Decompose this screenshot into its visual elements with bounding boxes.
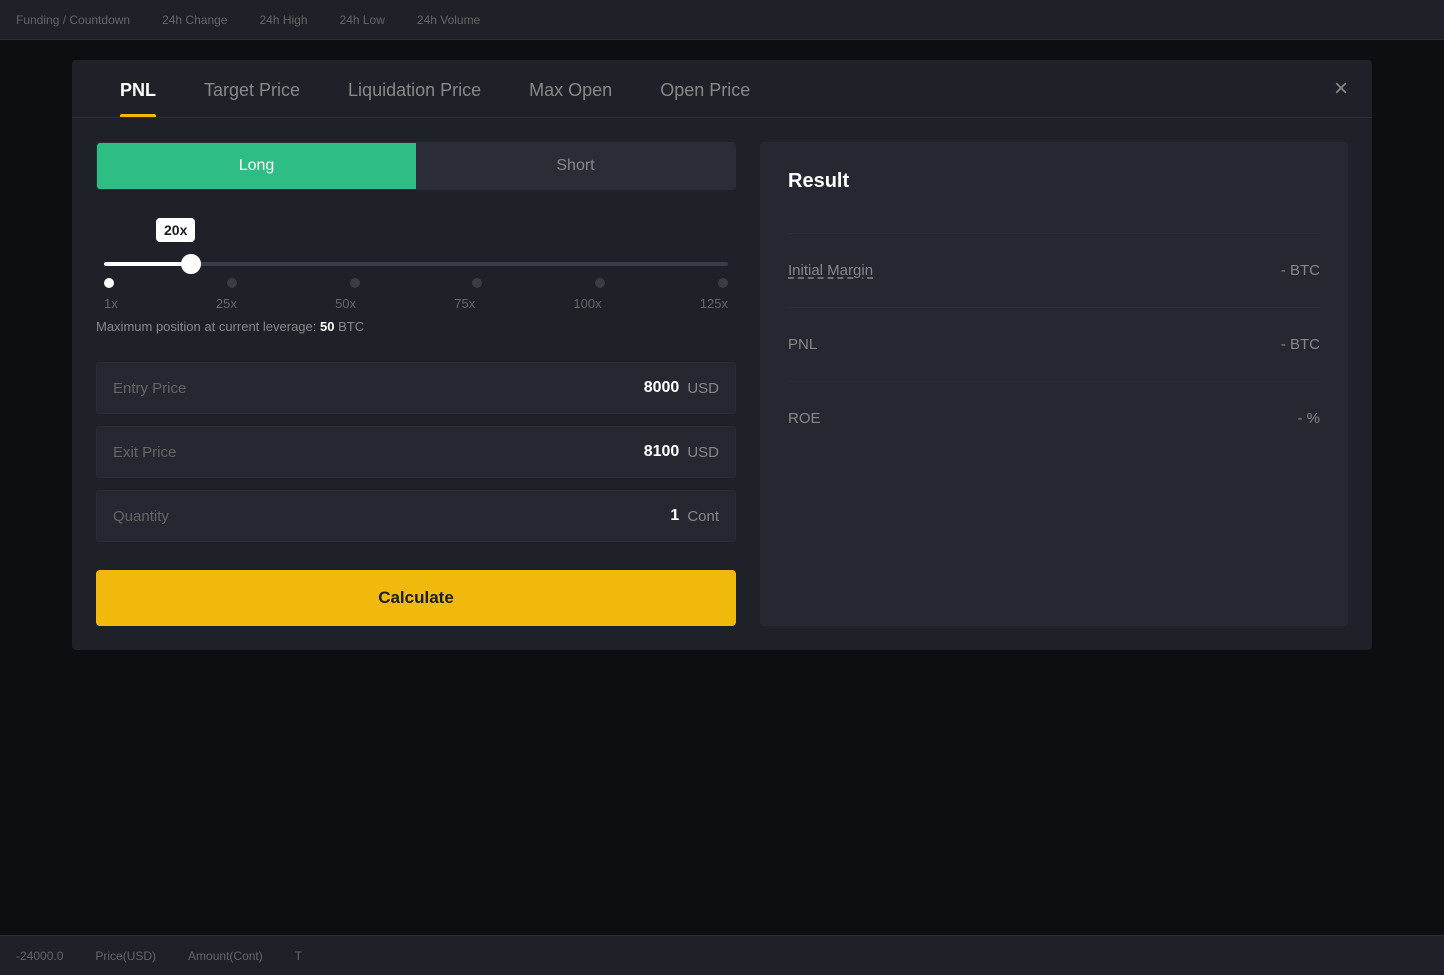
label-1x: 1x (104, 296, 118, 311)
bottom-bar-t: T (295, 949, 302, 963)
pnl-result-label: PNL (788, 336, 817, 353)
slider-dot-25x (227, 278, 237, 288)
initial-margin-label: Initial Margin (788, 262, 873, 279)
exit-price-label: Exit Price (113, 444, 176, 461)
initial-margin-value: - BTC (1281, 262, 1320, 279)
bottom-bar-price: -24000.0 (16, 949, 63, 963)
quantity-field[interactable]: Quantity 1 Cont (96, 490, 736, 542)
top-bar-item-volume: 24h Volume (417, 13, 480, 27)
slider-dot-1x (104, 278, 114, 288)
bottom-bar-price-label: Price(USD) (95, 949, 156, 963)
roe-value: - % (1298, 410, 1321, 427)
label-125x: 125x (700, 296, 728, 311)
max-position-unit: BTC (338, 319, 364, 334)
long-button[interactable]: Long (97, 143, 416, 189)
tab-liquidation-price[interactable]: Liquidation Price (324, 60, 505, 117)
max-position-value: 50 (320, 319, 334, 334)
long-short-toggle: Long Short (96, 142, 736, 190)
modal-tab-bar: PNL Target Price Liquidation Price Max O… (72, 60, 1372, 118)
label-50x: 50x (335, 296, 356, 311)
roe-label: ROE (788, 410, 821, 427)
exit-price-field[interactable]: Exit Price 8100 USD (96, 426, 736, 478)
label-100x: 100x (573, 296, 601, 311)
tab-open-price[interactable]: Open Price (636, 60, 774, 117)
close-button[interactable]: × (1334, 77, 1348, 101)
calculate-button[interactable]: Calculate (96, 570, 736, 626)
exit-price-value: 8100 (644, 443, 680, 461)
result-row-initial-margin: Initial Margin - BTC (788, 250, 1320, 291)
result-row-pnl: PNL - BTC (788, 324, 1320, 365)
slider-dot-75x (472, 278, 482, 288)
quantity-unit: Cont (687, 508, 719, 525)
quantity-value: 1 (670, 507, 679, 525)
tab-pnl[interactable]: PNL (96, 60, 180, 117)
top-bar: Funding / Countdown 24h Change 24h High … (0, 0, 1444, 40)
slider-labels: 1x 25x 50x 75x 100x 125x (104, 296, 728, 311)
entry-price-unit: USD (687, 380, 719, 397)
entry-price-value-group: 8000 USD (644, 379, 719, 397)
pnl-result-value: - BTC (1281, 336, 1320, 353)
result-divider-1 (788, 233, 1320, 234)
result-row-roe: ROE - % (788, 398, 1320, 439)
quantity-value-group: 1 Cont (670, 507, 719, 525)
slider-dot-50x (350, 278, 360, 288)
result-divider-2 (788, 307, 1320, 308)
result-divider-3 (788, 381, 1320, 382)
slider-thumb[interactable] (181, 254, 201, 274)
label-25x: 25x (216, 296, 237, 311)
top-bar-item-low: 24h Low (340, 13, 385, 27)
top-bar-item-funding: Funding / Countdown (16, 13, 130, 27)
exit-price-unit: USD (687, 444, 719, 461)
tab-target-price[interactable]: Target Price (180, 60, 324, 117)
entry-price-value: 8000 (644, 379, 680, 397)
slider-dot-125x (718, 278, 728, 288)
top-bar-item-change: 24h Change (162, 13, 227, 27)
slider-dots (104, 278, 728, 288)
quantity-label: Quantity (113, 508, 169, 525)
exit-price-value-group: 8100 USD (644, 443, 719, 461)
leverage-badge: 20x (156, 218, 195, 242)
bottom-bar: -24000.0 Price(USD) Amount(Cont) T (0, 935, 1444, 975)
result-title: Result (788, 170, 1320, 193)
leverage-slider-container: 1x 25x 50x 75x 100x 125x (96, 262, 736, 311)
label-75x: 75x (454, 296, 475, 311)
modal-body: Long Short 20x (72, 118, 1372, 650)
max-position-text: Maximum position at current leverage: 50… (96, 319, 736, 334)
top-bar-item-high: 24h High (259, 13, 307, 27)
slider-dot-100x (595, 278, 605, 288)
short-button[interactable]: Short (416, 143, 735, 189)
modal-overlay: PNL Target Price Liquidation Price Max O… (0, 40, 1444, 935)
slider-track[interactable] (104, 262, 728, 266)
pnl-calculator-modal: PNL Target Price Liquidation Price Max O… (72, 60, 1372, 650)
bottom-bar-amount-label: Amount(Cont) (188, 949, 263, 963)
leverage-section: 20x (96, 210, 736, 342)
left-panel: Long Short 20x (96, 142, 736, 626)
tab-max-open[interactable]: Max Open (505, 60, 636, 117)
entry-price-label: Entry Price (113, 380, 186, 397)
input-group: Entry Price 8000 USD Exit Price 8100 USD (96, 362, 736, 542)
result-panel: Result Initial Margin - BTC PNL - BTC RO… (760, 142, 1348, 626)
entry-price-field[interactable]: Entry Price 8000 USD (96, 362, 736, 414)
